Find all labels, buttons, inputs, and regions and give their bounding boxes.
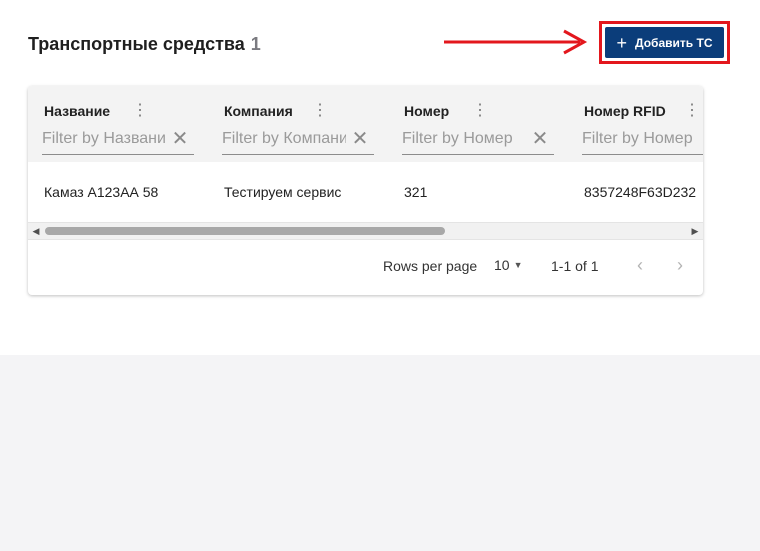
more-vert-icon[interactable]: ⋮ — [684, 103, 700, 121]
page-card: Транспортные средства 1 + Добавить ТС Наз… — [0, 0, 760, 355]
cell-rfid: 8357248F63D232 — [584, 184, 697, 200]
column-name: Название ⋮ ✕ — [28, 86, 208, 162]
rows-per-page-value: 10 — [494, 257, 510, 273]
filter-name: ✕ — [42, 126, 194, 155]
vehicles-grid: Название ⋮ ✕ Компания ⋮ ✕ Номер ⋮ — [28, 86, 703, 295]
column-title: Компания — [224, 103, 293, 119]
filter-rfid-input[interactable] — [582, 128, 697, 150]
close-icon[interactable]: ✕ — [530, 128, 550, 150]
scroll-right-icon[interactable]: ▶ — [689, 225, 701, 237]
column-title: Номер — [404, 103, 450, 119]
filter-number-input[interactable] — [402, 128, 526, 150]
annotation-arrow — [444, 29, 588, 55]
column-title: Номер RFID — [584, 103, 666, 119]
caret-down-icon: ▼ — [513, 260, 523, 270]
chevron-left-icon[interactable]: ‹ — [628, 254, 652, 278]
add-vehicle-button[interactable]: + Добавить ТС — [605, 27, 724, 58]
rows-per-page-label: Rows per page — [383, 258, 478, 274]
column-company: Компания ⋮ ✕ — [208, 86, 388, 162]
filter-company-input[interactable] — [222, 128, 346, 150]
vehicle-count: 1 — [250, 34, 261, 54]
table-row[interactable]: Камаз А123АА 58 Тестируем сервис 321 835… — [28, 162, 703, 223]
add-vehicle-label: Добавить ТС — [635, 35, 713, 50]
page-title: Транспортные средства 1 — [28, 34, 261, 55]
more-vert-icon[interactable]: ⋮ — [472, 103, 488, 121]
column-title: Название — [44, 103, 111, 119]
rows-per-page-select[interactable]: 10 ▼ — [494, 257, 523, 273]
filter-name-input[interactable] — [42, 128, 166, 150]
chevron-right-icon[interactable]: › — [668, 254, 692, 278]
column-number: Номер ⋮ ✕ — [388, 86, 568, 162]
cell-company: Тестируем сервис — [224, 184, 342, 200]
page-title-text: Транспортные средства — [28, 34, 245, 54]
horizontal-scrollbar[interactable]: ◀ ▶ — [28, 223, 703, 240]
plus-icon: + — [616, 32, 628, 53]
close-icon[interactable]: ✕ — [350, 128, 370, 150]
cell-name: Камаз А123АА 58 — [44, 184, 159, 200]
pagination-range: 1-1 of 1 — [551, 258, 599, 274]
filter-company: ✕ — [222, 126, 374, 155]
grid-header: Название ⋮ ✕ Компания ⋮ ✕ Номер ⋮ — [28, 86, 703, 162]
more-vert-icon[interactable]: ⋮ — [312, 103, 328, 121]
scroll-left-icon[interactable]: ◀ — [30, 225, 42, 237]
grid-footer: Rows per page 10 ▼ 1-1 of 1 ‹ › — [28, 240, 703, 295]
filter-number: ✕ — [402, 126, 554, 155]
scrollbar-thumb[interactable] — [45, 227, 445, 235]
cell-number: 321 — [404, 184, 428, 200]
more-vert-icon[interactable]: ⋮ — [132, 103, 148, 121]
column-rfid: Номер RFID ⋮ — [568, 86, 703, 162]
close-icon[interactable]: ✕ — [170, 128, 190, 150]
filter-rfid — [582, 126, 703, 155]
